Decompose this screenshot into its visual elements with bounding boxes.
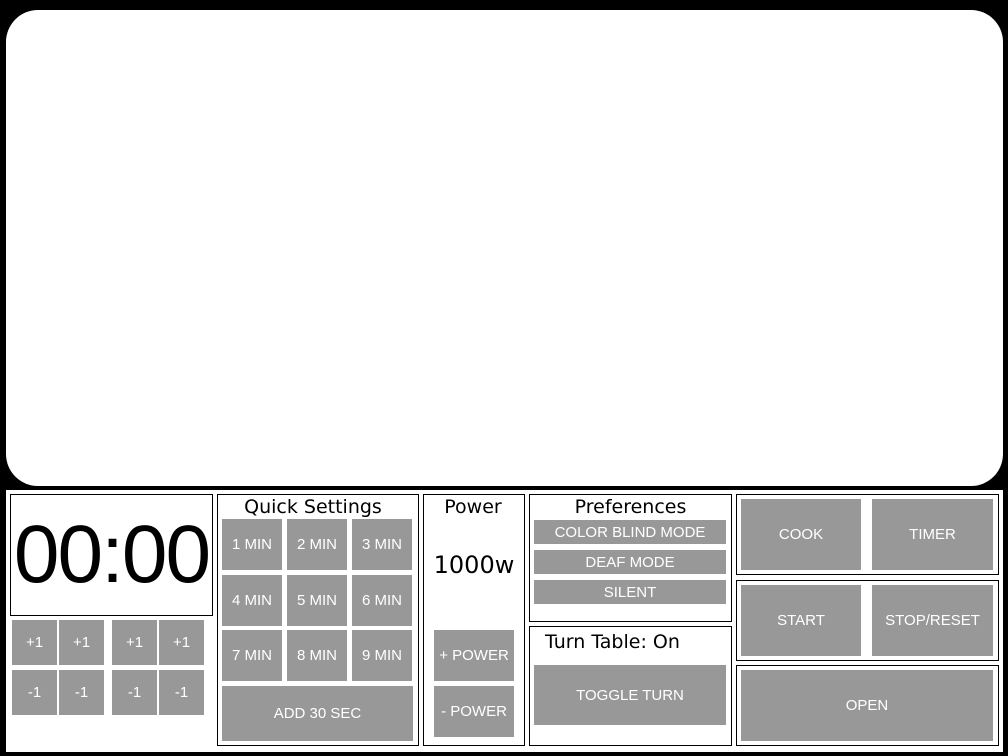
plus-one-label: +1 [25, 634, 44, 651]
minus-one-label: -1 [174, 684, 189, 701]
timer-label: TIMER [909, 526, 956, 543]
timer-value: 00:00 [13, 509, 211, 600]
plus-one-label: +1 [125, 634, 144, 651]
quick-button-label: 4 MIN [231, 592, 272, 609]
start-button[interactable]: START [741, 585, 861, 656]
minus-one-button-3[interactable]: -1 [112, 670, 157, 715]
stop-reset-button[interactable]: STOP/RESET [872, 585, 993, 656]
minus-one-button-2[interactable]: -1 [59, 670, 104, 715]
silent-button[interactable]: SILENT [534, 580, 726, 604]
quick-8-min-button[interactable]: 8 MIN [287, 630, 347, 681]
stop-reset-label: STOP/RESET [885, 612, 980, 629]
quick-7-min-button[interactable]: 7 MIN [222, 630, 282, 681]
minus-one-label: -1 [74, 684, 89, 701]
plus-one-button-1[interactable]: +1 [12, 620, 57, 665]
minus-one-label: -1 [127, 684, 142, 701]
quick-1-min-button[interactable]: 1 MIN [222, 519, 282, 570]
power-title: Power [444, 496, 502, 518]
microwave-window [6, 10, 1003, 486]
silent-label: SILENT [603, 583, 657, 601]
turntable-status: Turn Table: On [545, 631, 680, 653]
power-value: 1000w [433, 551, 515, 579]
minus-one-button-1[interactable]: -1 [12, 670, 57, 715]
quick-9-min-button[interactable]: 9 MIN [352, 630, 412, 681]
quick-button-label: 1 MIN [231, 536, 272, 553]
quick-button-label: 6 MIN [361, 592, 402, 609]
open-label: OPEN [845, 697, 889, 714]
quick-settings-title: Quick Settings [244, 496, 382, 518]
plus-one-button-4[interactable]: +1 [159, 620, 204, 665]
deaf-mode-button[interactable]: DEAF MODE [534, 550, 726, 574]
plus-one-label: +1 [72, 634, 91, 651]
quick-button-label: 2 MIN [296, 536, 337, 553]
add-30-sec-label: ADD 30 SEC [273, 705, 362, 722]
deaf-mode-label: DEAF MODE [585, 553, 675, 571]
color-blind-mode-button[interactable]: COLOR BLIND MODE [534, 520, 726, 544]
plus-one-button-3[interactable]: +1 [112, 620, 157, 665]
timer-display: 00:00 [10, 494, 213, 616]
plus-one-label: +1 [172, 634, 191, 651]
quick-button-label: 7 MIN [231, 647, 272, 664]
timer-button[interactable]: TIMER [872, 499, 993, 570]
open-door-button[interactable]: OPEN [741, 670, 993, 741]
quick-3-min-button[interactable]: 3 MIN [352, 519, 412, 570]
plus-one-button-2[interactable]: +1 [59, 620, 104, 665]
cook-label: COOK [778, 526, 824, 543]
quick-button-label: 3 MIN [361, 536, 402, 553]
power-decrease-button[interactable]: - POWER [434, 686, 514, 737]
quick-button-label: 9 MIN [361, 647, 402, 664]
power-increase-button[interactable]: + POWER [434, 630, 514, 681]
start-label: START [777, 612, 825, 629]
color-blind-mode-label: COLOR BLIND MODE [554, 523, 706, 541]
minus-one-label: -1 [27, 684, 42, 701]
quick-button-label: 5 MIN [296, 592, 337, 609]
power-increase-label: + POWER [439, 647, 509, 664]
power-decrease-label: - POWER [441, 703, 507, 720]
minus-one-button-4[interactable]: -1 [159, 670, 204, 715]
toggle-turn-label: TOGGLE TURN [576, 686, 684, 704]
quick-6-min-button[interactable]: 6 MIN [352, 575, 412, 626]
preferences-title: Preferences [574, 496, 687, 518]
quick-5-min-button[interactable]: 5 MIN [287, 575, 347, 626]
add-30-sec-button[interactable]: ADD 30 SEC [222, 686, 413, 741]
quick-button-label: 8 MIN [296, 647, 337, 664]
quick-2-min-button[interactable]: 2 MIN [287, 519, 347, 570]
quick-4-min-button[interactable]: 4 MIN [222, 575, 282, 626]
cook-button[interactable]: COOK [741, 499, 861, 570]
toggle-turn-button[interactable]: TOGGLE TURN [534, 665, 726, 725]
